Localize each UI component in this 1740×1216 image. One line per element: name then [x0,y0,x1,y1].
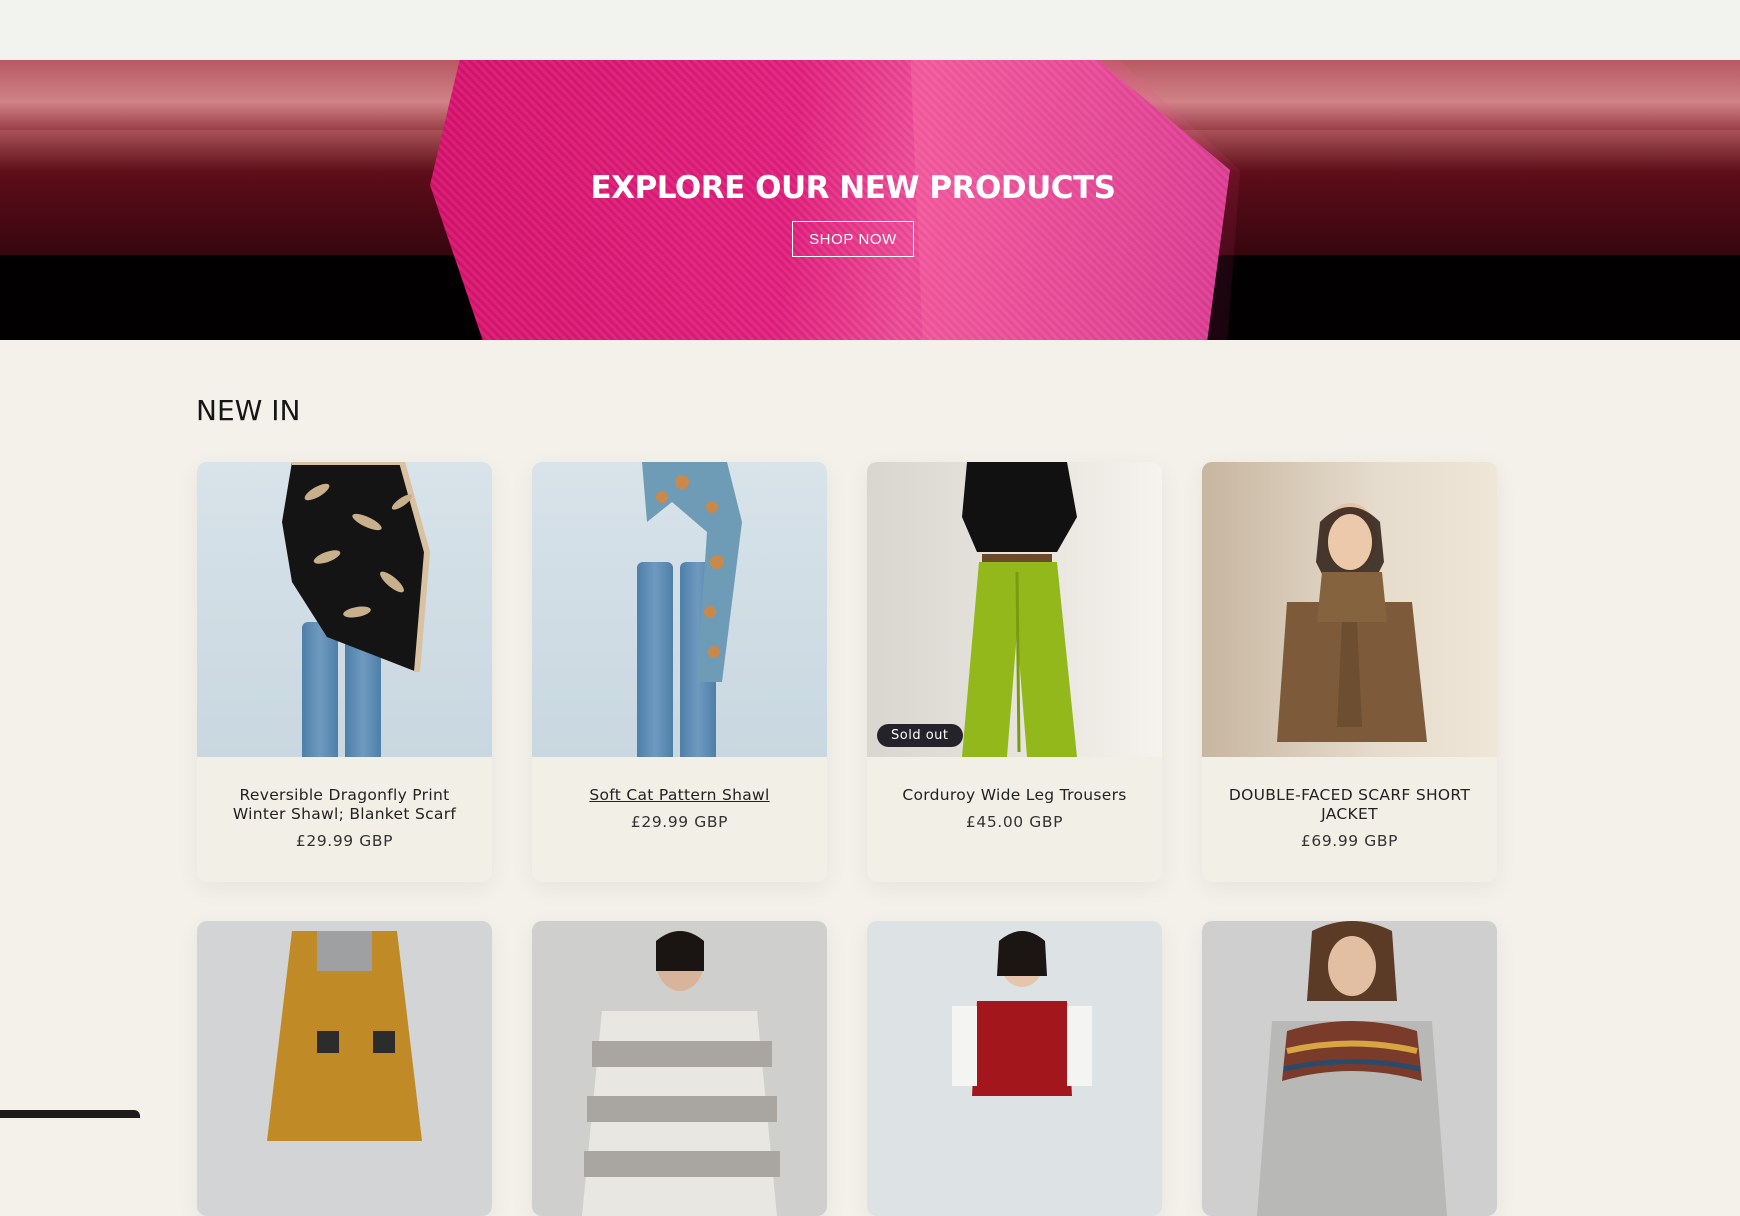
product-image[interactable] [1202,921,1497,1216]
product-title[interactable]: Corduroy Wide Leg Trousers [885,786,1144,805]
hero-title: EXPLORE OUR NEW PRODUCTS [590,170,1116,206]
product-price: £69.99 GBP [1300,832,1399,850]
sold-out-badge: Sold out [877,724,963,747]
product-info: Soft Cat Pattern Shawl £29.99 GBP [532,757,827,882]
product-price: £29.99 GBP [295,832,394,850]
product-image[interactable] [867,921,1162,1216]
product-card[interactable] [867,921,1162,1216]
product-price: £29.99 GBP [630,813,729,831]
product-card[interactable] [532,921,827,1216]
product-info: Reversible Dragonfly Print Winter Shawl;… [197,757,492,882]
product-image[interactable]: Sold out [867,462,1162,757]
product-card[interactable] [197,921,492,1216]
top-header-bar [0,0,1740,60]
product-price: £45.00 GBP [965,813,1064,831]
section-title-new-in: NEW IN [196,394,301,427]
product-image[interactable] [197,921,492,1216]
product-card[interactable]: Sold out Corduroy Wide Leg Trousers £45.… [867,462,1162,882]
product-card[interactable] [1202,921,1497,1216]
floating-widget-edge[interactable] [0,1110,140,1118]
product-info: Corduroy Wide Leg Trousers £45.00 GBP [867,757,1162,882]
product-title[interactable]: Reversible Dragonfly Print Winter Shawl;… [215,786,474,824]
product-card[interactable]: Soft Cat Pattern Shawl £29.99 GBP [532,462,827,882]
product-info: DOUBLE-FACED SCARF SHORT JACKET £69.99 G… [1202,757,1497,882]
product-image[interactable] [532,921,827,1216]
product-image[interactable] [1202,462,1497,757]
product-image[interactable] [197,462,492,757]
product-title[interactable]: DOUBLE-FACED SCARF SHORT JACKET [1220,786,1479,824]
product-card[interactable]: Reversible Dragonfly Print Winter Shawl;… [197,462,492,882]
product-card[interactable]: DOUBLE-FACED SCARF SHORT JACKET £69.99 G… [1202,462,1497,882]
product-title[interactable]: Soft Cat Pattern Shawl [550,786,809,805]
product-image[interactable] [532,462,827,757]
shop-now-button[interactable]: SHOP NOW [792,221,914,257]
